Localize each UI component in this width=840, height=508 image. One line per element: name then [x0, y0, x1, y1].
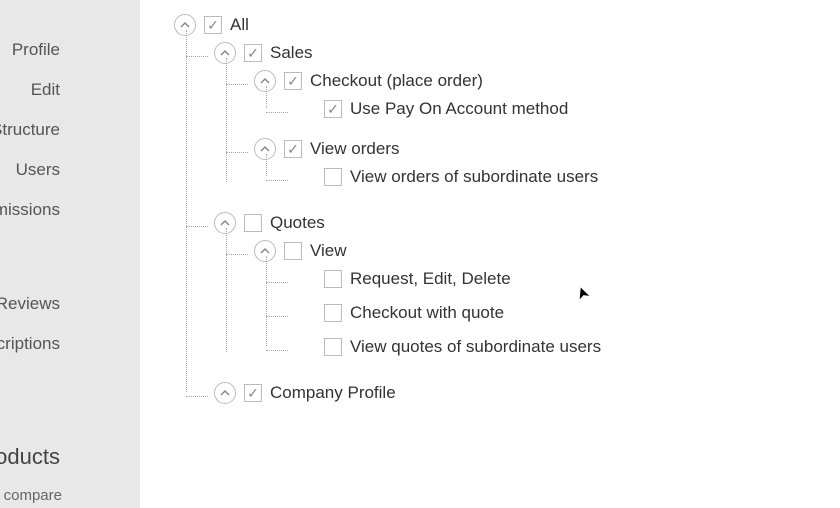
- checkbox-view-quotes-of-subordinate-users[interactable]: [324, 338, 342, 356]
- collapse-icon[interactable]: [254, 138, 276, 160]
- tree-label-sales: Sales: [270, 43, 313, 63]
- tree-label-use-pay-on-account-method: Use Pay On Account method: [350, 99, 568, 119]
- sidebar-item-structure[interactable]: Structure: [0, 110, 140, 150]
- sidebar-heading-products: Products: [0, 444, 60, 470]
- permissions-tree: All Sales Checkout (place order) Use Pay On…: [174, 8, 840, 416]
- sidebar-item-reviews[interactable]: Reviews: [0, 284, 140, 324]
- tree-label-view-orders: View orders: [310, 139, 399, 159]
- collapse-icon[interactable]: [174, 14, 196, 36]
- tree-spacer: [294, 166, 316, 188]
- tree-label-checkout-place-order: Checkout (place order): [310, 71, 483, 91]
- tree-spacer: [294, 98, 316, 120]
- checkbox-checkout-place-order[interactable]: [284, 72, 302, 90]
- permissions-tree-panel: All Sales Checkout (place order) Use Pay On…: [140, 0, 840, 508]
- tree-label-company-profile: Company Profile: [270, 383, 396, 403]
- checkbox-sales[interactable]: [244, 44, 262, 62]
- sidebar-item-edit[interactable]: Edit: [0, 70, 140, 110]
- checkbox-use-pay-on-account-method[interactable]: [324, 100, 342, 118]
- checkbox-company-profile[interactable]: [244, 384, 262, 402]
- checkbox-checkout-with-quote[interactable]: [324, 304, 342, 322]
- sidebar-item-users[interactable]: Users: [0, 150, 140, 190]
- collapse-icon[interactable]: [254, 240, 276, 262]
- tree-spacer: [294, 336, 316, 358]
- checkbox-view-orders[interactable]: [284, 140, 302, 158]
- collapse-icon[interactable]: [214, 212, 236, 234]
- tree-spacer: [294, 268, 316, 290]
- sidebar-item-permissions[interactable]: Permissions: [0, 190, 140, 230]
- checkbox-quotes[interactable]: [244, 214, 262, 232]
- tree-label-request-edit-delete: Request, Edit, Delete: [350, 269, 511, 289]
- tree-spacer: [294, 302, 316, 324]
- collapse-icon[interactable]: [214, 382, 236, 404]
- collapse-icon[interactable]: [214, 42, 236, 64]
- checkbox-view-orders-of-subordinate-users[interactable]: [324, 168, 342, 186]
- tree-label-view-orders-of-subordinate-users: View orders of subordinate users: [350, 167, 598, 187]
- checkbox-request-edit-delete[interactable]: [324, 270, 342, 288]
- tree-label-checkout-with-quote: Checkout with quote: [350, 303, 504, 323]
- collapse-icon[interactable]: [254, 70, 276, 92]
- tree-label-view-quotes-of-subordinate-users: View quotes of subordinate users: [350, 337, 601, 357]
- sidebar-item-subscriptions[interactable]: Subscriptions: [0, 324, 140, 364]
- tree-label-view: View: [310, 241, 347, 261]
- checkbox-all[interactable]: [204, 16, 222, 34]
- sidebar-item-profile[interactable]: Profile: [0, 30, 140, 70]
- sidebar-sub-compare[interactable]: Add to compare: [0, 487, 62, 504]
- checkbox-view[interactable]: [284, 242, 302, 260]
- tree-label-quotes: Quotes: [270, 213, 325, 233]
- sidebar: Profile Edit Structure Users Permissions…: [0, 0, 140, 508]
- tree-label-all: All: [230, 15, 249, 35]
